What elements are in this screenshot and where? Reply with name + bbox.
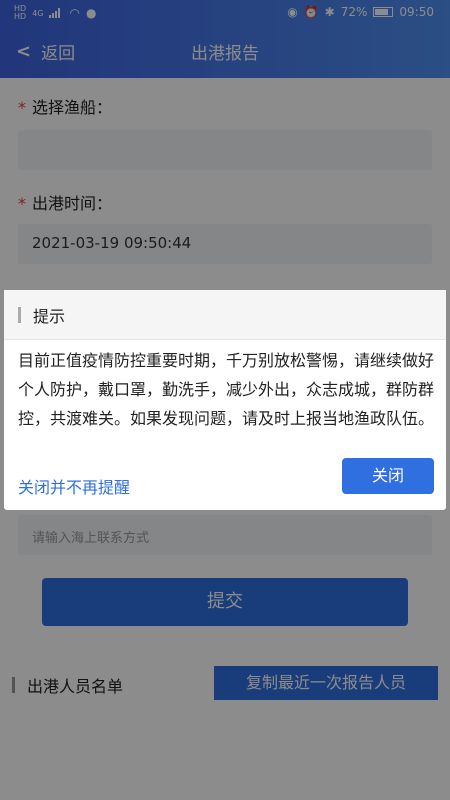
dialog-footer: 关闭并不再提醒 关闭 (4, 458, 446, 510)
dialog-header: 提示 (4, 290, 446, 340)
dialog-message: 目前正值疫情防控重要时期，千万别放松警惕，请继续做好个人防护，戴口罩，勤洗手，减… (18, 351, 435, 428)
dialog-title: 提示 (33, 306, 66, 326)
notice-dialog: 提示 目前正值疫情防控重要时期，千万别放松警惕，请继续做好个人防护，戴口罩，勤洗… (4, 290, 446, 510)
close-never-remind-link[interactable]: 关闭并不再提醒 (18, 474, 130, 498)
close-button[interactable]: 关闭 (342, 458, 434, 494)
dialog-title-bar (18, 306, 21, 323)
